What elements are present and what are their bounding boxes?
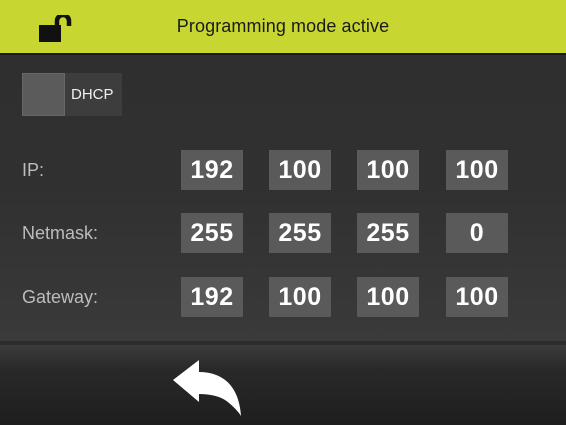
page-title: Programming mode active [176, 16, 390, 36]
netmask-octet-4[interactable]: 0 [446, 213, 508, 253]
ip-octet-1[interactable]: 192 [181, 150, 243, 190]
netmask-row: Netmask: 255 255 255 0 [0, 213, 566, 253]
gateway-octet-1[interactable]: 192 [181, 277, 243, 317]
netmask-octet-2[interactable]: 255 [269, 213, 331, 253]
ip-label: IP: [22, 160, 45, 180]
gateway-octet-3[interactable]: 100 [357, 277, 419, 317]
back-button[interactable] [166, 358, 250, 420]
gateway-octet-4[interactable]: 100 [446, 277, 508, 317]
netmask-octet-1[interactable]: 255 [181, 213, 243, 253]
netmask-label: Netmask: [22, 223, 99, 243]
netmask-octet-3[interactable]: 255 [357, 213, 419, 253]
gateway-row: Gateway: 192 100 100 100 [0, 277, 566, 317]
footer-bar [0, 345, 566, 425]
status-header: Programming mode active [0, 0, 566, 55]
dhcp-label: DHCP [65, 73, 122, 116]
ip-octet-4[interactable]: 100 [446, 150, 508, 190]
device-screen: Programming mode active DHCP IP: 192 100… [0, 0, 566, 425]
ip-row: IP: 192 100 100 100 [0, 150, 566, 190]
unlocked-padlock-icon [39, 15, 72, 42]
dhcp-option[interactable]: DHCP [22, 73, 122, 116]
gateway-label: Gateway: [22, 287, 99, 307]
back-arrow-icon [173, 360, 241, 416]
gateway-octet-2[interactable]: 100 [269, 277, 331, 317]
ip-octet-3[interactable]: 100 [357, 150, 419, 190]
dhcp-checkbox[interactable] [22, 73, 65, 116]
ip-octet-2[interactable]: 100 [269, 150, 331, 190]
